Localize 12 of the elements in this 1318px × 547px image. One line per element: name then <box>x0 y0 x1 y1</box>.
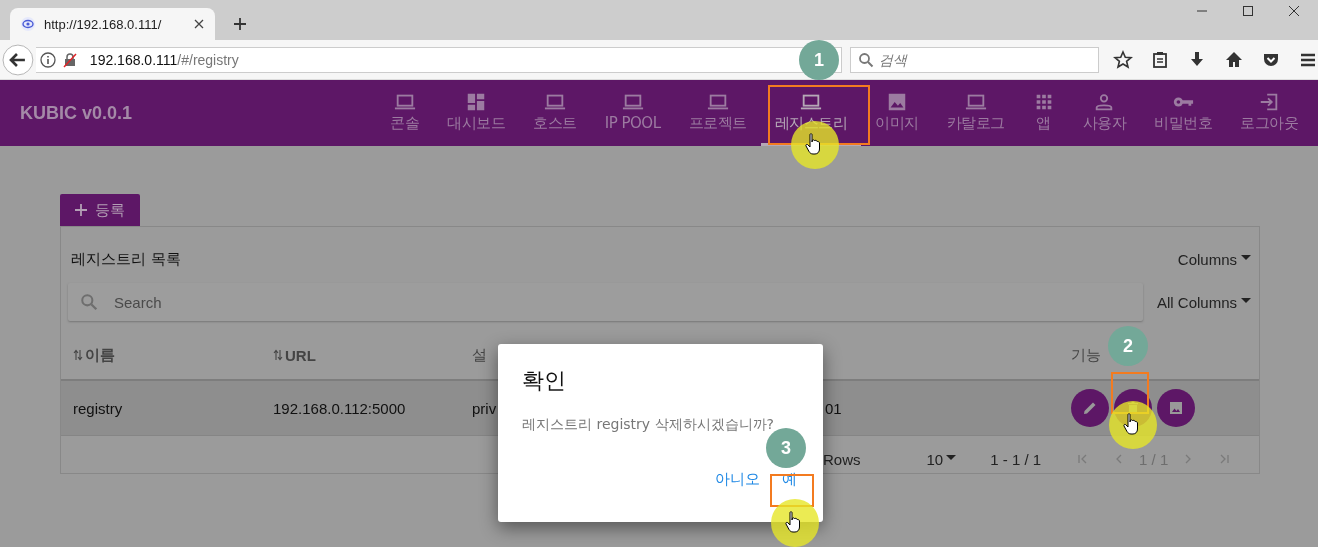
table-cell: 192.168.0.112:5000 <box>273 399 406 417</box>
step-number: 2 <box>1108 326 1148 366</box>
app-title: KUBIC v0.0.1 <box>20 102 133 124</box>
list-title: 레지스트리 목록 <box>71 249 181 269</box>
table-cell: priv <box>472 399 497 417</box>
table-cell: 01 <box>825 399 842 417</box>
column-header: 설 <box>472 346 487 364</box>
column-header: 기능 <box>1071 346 1101 364</box>
rows-label: Rows <box>823 450 861 468</box>
page-range: 1 - 1 / 1 <box>990 450 1042 468</box>
dialog-title: 확인 <box>522 367 566 395</box>
table-cell: registry <box>73 399 123 417</box>
